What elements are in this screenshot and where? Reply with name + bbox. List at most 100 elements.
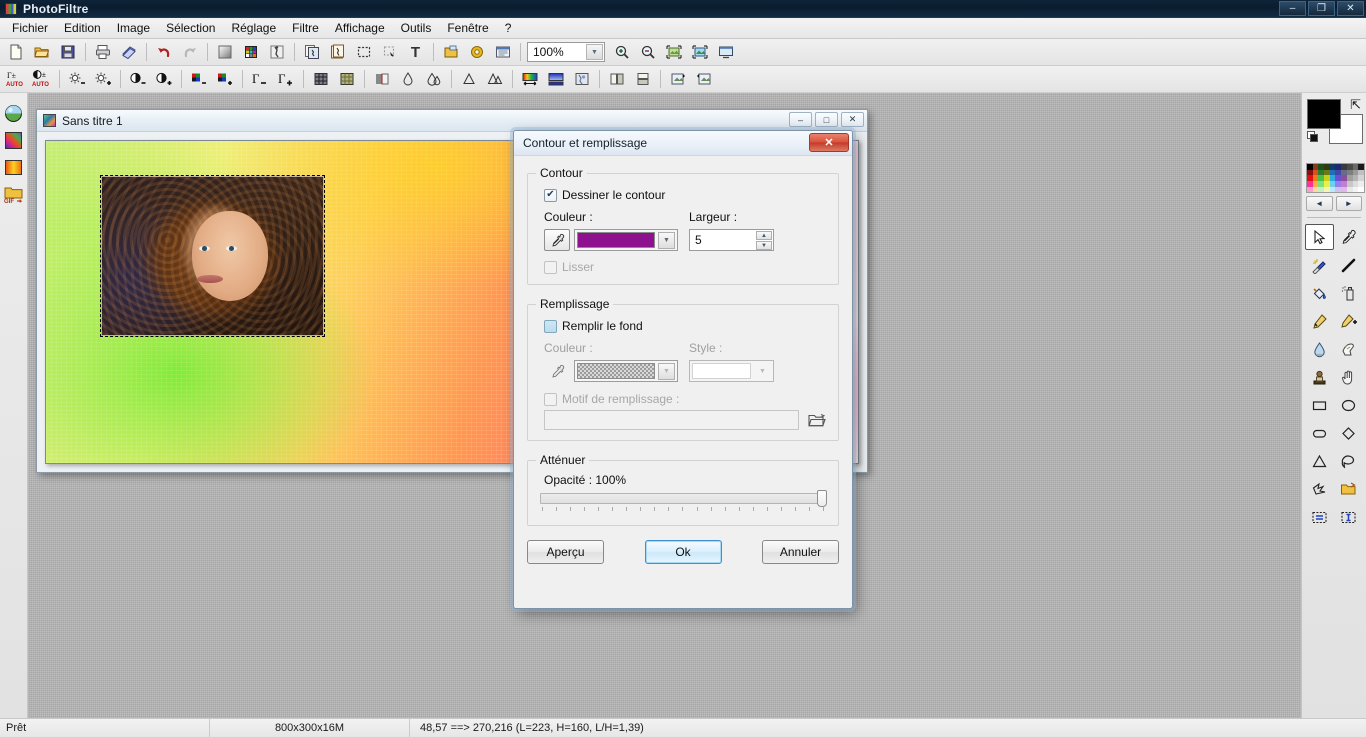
document-close-button[interactable]: ✕ [841,112,864,127]
apercu-button[interactable]: Aperçu [527,540,604,564]
saturation-up-icon[interactable] [212,68,237,91]
selection-horizontal-icon[interactable] [1305,504,1334,530]
menu-reglage[interactable]: Réglage [223,18,284,38]
tool-clone-stamp-icon[interactable] [1305,364,1334,390]
tool-spray-can-icon[interactable] [1335,280,1364,306]
ok-button[interactable]: Ok [644,540,722,564]
contrast-up-icon[interactable] [151,68,176,91]
gamma-up-icon[interactable]: Γ [273,68,298,91]
motif-de-remplissage-checkbox[interactable]: Motif de remplissage : [544,392,828,406]
fullscreen-icon[interactable] [713,41,738,64]
menu-aide[interactable]: ? [497,18,520,38]
tool-paintbrush-advanced-icon[interactable] [1335,308,1364,334]
menu-fichier[interactable]: Fichier [4,18,56,38]
artistic-filter-icon[interactable] [264,41,289,64]
contour-largeur-spinner[interactable]: 5 ▲ ▼ [689,229,774,251]
gradient-sphere-icon[interactable] [3,102,25,124]
fit-image-icon[interactable] [661,41,686,64]
rotate-left-icon[interactable] [665,68,690,91]
dessiner-le-contour-checkbox[interactable]: Dessiner le contour [544,188,828,202]
copy-image-icon[interactable] [299,41,324,64]
zoom-level-combobox[interactable]: 100% ▼ [527,42,605,62]
contour-color-combobox[interactable]: ▼ [574,229,678,251]
chevron-down-icon[interactable]: ▼ [658,231,675,249]
selection-marquee-icon[interactable] [351,41,376,64]
auto-levels-icon[interactable]: Γ± AUTO [3,68,28,91]
gradient-box-icon[interactable] [543,68,568,91]
shape-rectangle-icon[interactable] [1305,392,1334,418]
tool-line-icon[interactable] [1335,252,1364,278]
contour-color-swatch[interactable] [577,232,655,248]
shape-diamond-icon[interactable] [1335,420,1364,446]
document-minimize-button[interactable]: – [789,112,812,127]
slider-track[interactable] [540,493,826,504]
new-document-icon[interactable] [3,41,28,64]
spin-down-icon[interactable]: ▼ [756,241,772,250]
shape-ellipse-icon[interactable] [1335,392,1364,418]
print-icon[interactable] [90,41,115,64]
checkbox-box[interactable] [544,392,557,406]
zoom-out-icon[interactable] [635,41,660,64]
palette-color-cell[interactable] [1358,186,1364,193]
load-selection-icon[interactable] [1335,476,1364,502]
motif-browse-button[interactable] [806,410,828,430]
checkbox-box[interactable] [544,319,557,333]
rotate-right-icon[interactable] [691,68,716,91]
print-preview-icon[interactable] [116,41,141,64]
selection-vertical-icon[interactable] [1335,504,1364,530]
dither-icon[interactable] [369,68,394,91]
mosaic-icon[interactable] [334,68,359,91]
remplissage-style-combobox[interactable]: ▼ [689,360,774,382]
chevron-down-icon[interactable]: ▼ [586,44,603,60]
tool-hand-pan-icon[interactable] [1335,364,1364,390]
checkbox-box[interactable] [544,188,557,202]
blur-drop-icon[interactable] [395,68,420,91]
remplir-le-fond-checkbox[interactable]: Remplir le fond [544,319,828,333]
remplissage-eyedropper-button[interactable] [544,360,570,382]
opacite-slider[interactable] [540,490,827,511]
open-folder-icon[interactable] [29,41,54,64]
restore-button[interactable]: ❐ [1308,1,1335,16]
menu-edition[interactable]: Edition [56,18,109,38]
foreground-color-swatch[interactable] [1307,99,1341,129]
dialog-close-button[interactable]: ✕ [809,133,849,152]
close-button[interactable]: ✕ [1337,1,1364,16]
layers-icon[interactable] [438,41,463,64]
lisser-checkbox[interactable]: Lisser [544,260,828,274]
remplissage-color-combobox[interactable]: ▼ [574,360,678,382]
tool-smudge-finger-icon[interactable] [1335,336,1364,362]
remplissage-color-swatch[interactable] [577,363,655,379]
default-colors-icon[interactable] [1307,131,1320,144]
document-restore-button[interactable]: □ [815,112,838,127]
undo-arrow-icon[interactable] [151,41,176,64]
auto-contrast-icon[interactable]: ± AUTO [29,68,54,91]
gradient-linear-icon[interactable] [517,68,542,91]
deselect-icon[interactable] [377,41,402,64]
checkbox-box[interactable] [544,260,557,274]
batch-window-icon[interactable] [490,41,515,64]
menu-filtre[interactable]: Filtre [284,18,327,38]
redo-arrow-icon[interactable] [177,41,202,64]
texture-icon[interactable] [569,68,594,91]
chevron-down-icon[interactable]: ▼ [754,363,771,380]
menu-fenetre[interactable]: Fenêtre [439,18,496,38]
sharpen-icon[interactable] [456,68,481,91]
automation-gear-icon[interactable] [464,41,489,64]
color-palette-grid[interactable] [1306,163,1365,194]
brightness-down-icon[interactable] [64,68,89,91]
contrast-down-icon[interactable] [125,68,150,91]
shape-lasso-icon[interactable] [1335,448,1364,474]
orange-gradient-icon[interactable] [3,156,25,178]
contour-eyedropper-button[interactable] [544,229,570,251]
gif-export-icon[interactable]: GIF [3,183,25,205]
color-palette-icon[interactable] [238,41,263,64]
minimize-button[interactable]: – [1279,1,1306,16]
shape-polygon-icon[interactable] [1305,476,1334,502]
blur-more-icon[interactable] [421,68,446,91]
palette-prev-button[interactable]: ◄ [1306,196,1333,212]
text-tool-icon[interactable]: T [403,41,428,64]
grid-icon[interactable] [308,68,333,91]
tool-magic-wand-icon[interactable] [1305,252,1334,278]
palette-next-button[interactable]: ► [1335,196,1362,212]
spin-up-icon[interactable]: ▲ [756,231,772,240]
